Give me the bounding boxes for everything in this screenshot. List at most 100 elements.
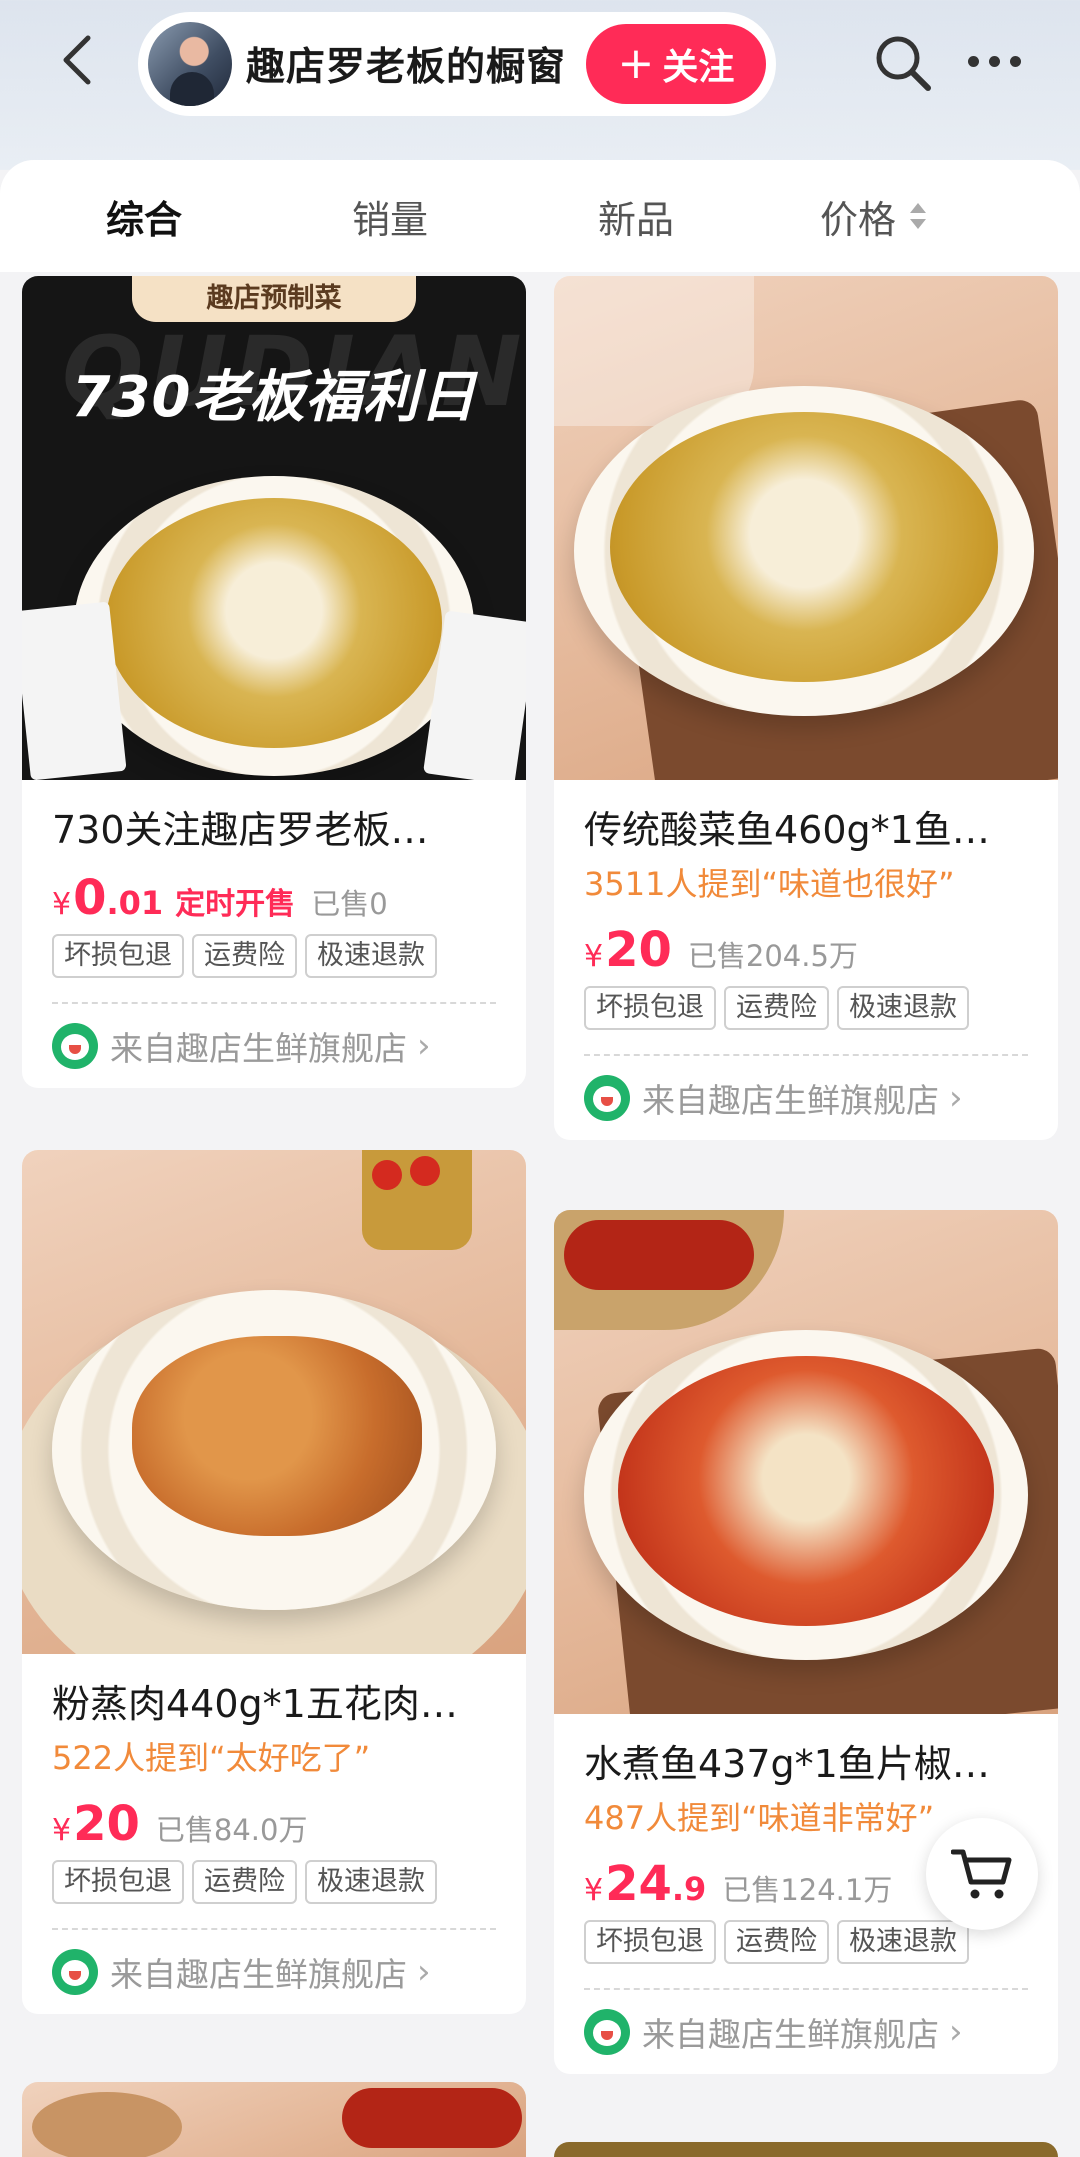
- back-button[interactable]: [50, 30, 110, 90]
- price-integer: 24: [605, 1856, 672, 1912]
- cart-icon: [951, 1849, 1012, 1899]
- more-icon-dot: [968, 55, 979, 67]
- sort-tabs: 综合 销量 新品 价格: [0, 160, 1080, 272]
- store-avatar: [148, 22, 232, 106]
- product-card-partial[interactable]: [554, 2142, 1058, 2157]
- product-image: [554, 1210, 1058, 1714]
- chevron-right-icon: ›: [949, 2012, 963, 2052]
- cart-button[interactable]: [926, 1818, 1038, 1930]
- badge: 极速退款: [305, 934, 437, 978]
- badge: 极速退款: [837, 986, 969, 1030]
- service-badges: 坏损包退 运费险 极速退款: [52, 934, 496, 978]
- service-badges: 坏损包退 运费险 极速退款: [52, 1860, 496, 1904]
- price-integer: 20: [605, 922, 672, 978]
- sort-icon: [910, 203, 927, 229]
- product-title: 粉蒸肉440g*1五花肉…: [52, 1682, 458, 1726]
- package-left: [22, 601, 127, 780]
- store-source-link[interactable]: 来自趣店生鲜旗舰店 ›: [52, 1930, 496, 2014]
- dried-chili: [342, 2088, 522, 2148]
- product-title: 730关注趣店罗老板…: [52, 808, 429, 852]
- store-source-link[interactable]: 来自趣店生鲜旗舰店 ›: [52, 1004, 496, 1088]
- tab-label: 新品: [598, 197, 675, 242]
- tab-comprehensive[interactable]: 综合: [106, 188, 182, 244]
- follow-label: 关注: [662, 47, 735, 88]
- search-icon: [876, 36, 931, 91]
- sold-count: 已售0: [311, 887, 388, 921]
- store-logo-icon: [584, 2009, 630, 2055]
- more-icon-dot: [1010, 55, 1021, 67]
- product-card[interactable]: 传统酸菜鱼460g*1鱼… 3511人提到“味道也很好” ¥ 20 已售204.…: [554, 276, 1058, 1140]
- product-info: 730关注趣店罗老板… ¥ 0 .01 定时开售 已售0 坏损包退 运费险 极速…: [22, 780, 526, 1088]
- price-integer: 0: [73, 870, 107, 926]
- source-text: 来自趣店生鲜旗舰店: [642, 1081, 939, 1120]
- tomato: [372, 1160, 402, 1190]
- tab-label: 价格: [820, 197, 897, 242]
- store-source-link[interactable]: 来自趣店生鲜旗舰店 ›: [584, 1056, 1028, 1140]
- product-image: QUDIAN 趣店预制菜 730老板福利日: [22, 276, 526, 780]
- review-highlight: 522人提到“太好吃了”: [52, 1739, 371, 1777]
- product-info: 粉蒸肉440g*1五花肉… 522人提到“太好吃了” ¥ 20 已售84.0万 …: [22, 1654, 526, 2014]
- price-decimal: .9: [671, 1870, 707, 1908]
- service-badges: 坏损包退 运费险 极速退款: [584, 1920, 1028, 1964]
- tab-new[interactable]: 新品: [598, 188, 674, 244]
- currency-symbol: ¥: [52, 1813, 72, 1848]
- promo-label: 趣店预制菜: [132, 276, 416, 322]
- mushroom: [32, 2092, 182, 2157]
- dried-chili: [564, 1220, 754, 1290]
- chevron-right-icon: ›: [949, 1078, 963, 1118]
- source-text: 来自趣店生鲜旗舰店: [110, 1029, 407, 1068]
- store-name: 趣店罗老板的橱窗: [246, 45, 567, 90]
- store-logo-icon: [52, 1023, 98, 1069]
- review-highlight: 3511人提到“味道也很好”: [584, 865, 955, 903]
- tomato: [410, 1156, 440, 1186]
- scheduled-sale-tag: 定时开售: [175, 887, 296, 922]
- badge: 运费险: [724, 1920, 829, 1964]
- price-row: ¥ 20 已售204.5万: [584, 922, 1028, 982]
- search-button[interactable]: [870, 30, 934, 94]
- badge: 极速退款: [305, 1860, 437, 1904]
- store-source-link[interactable]: 来自趣店生鲜旗舰店 ›: [584, 1990, 1028, 2074]
- badge: 坏损包退: [52, 934, 184, 978]
- badge: 运费险: [192, 1860, 297, 1904]
- product-card-partial[interactable]: [22, 2082, 526, 2157]
- tab-label: 销量: [352, 197, 429, 242]
- badge: 极速退款: [837, 1920, 969, 1964]
- store-logo-icon: [52, 1949, 98, 1995]
- more-button[interactable]: [968, 46, 1032, 76]
- source-text: 来自趣店生鲜旗舰店: [642, 2015, 939, 2054]
- product-card[interactable]: 粉蒸肉440g*1五花肉… 522人提到“太好吃了” ¥ 20 已售84.0万 …: [22, 1150, 526, 2014]
- plus-icon: +: [617, 38, 655, 89]
- badge: 坏损包退: [52, 1860, 184, 1904]
- product-info: 传统酸菜鱼460g*1鱼… 3511人提到“味道也很好” ¥ 20 已售204.…: [554, 780, 1058, 1140]
- store-logo-icon: [584, 1075, 630, 1121]
- price-row: ¥ 0 .01 定时开售 已售0: [52, 870, 496, 930]
- header: 趣店罗老板的橱窗 + 关注: [0, 0, 1080, 160]
- currency-symbol: ¥: [52, 887, 72, 922]
- tab-sales[interactable]: 销量: [352, 188, 428, 244]
- product-image: [554, 276, 1058, 780]
- price-row: ¥ 20 已售84.0万: [52, 1796, 496, 1856]
- more-icon-dot: [989, 55, 1000, 67]
- soup: [618, 1356, 994, 1626]
- product-title: 水煮鱼437g*1鱼片椒…: [584, 1742, 990, 1786]
- badge: 坏损包退: [584, 986, 716, 1030]
- currency-symbol: ¥: [584, 939, 604, 974]
- badge: 坏损包退: [584, 1920, 716, 1964]
- product-card[interactable]: 水煮鱼437g*1鱼片椒… 487人提到“味道非常好” ¥ 24 .9 已售12…: [554, 1210, 1058, 2074]
- sold-count: 已售124.1万: [722, 1873, 893, 1907]
- badge: 运费险: [724, 986, 829, 1030]
- sold-count: 已售204.5万: [687, 939, 858, 973]
- product-card[interactable]: QUDIAN 趣店预制菜 730老板福利日 730关注趣店罗老板… ¥ 0 .0…: [22, 276, 526, 1088]
- promo-headline: 730老板福利日: [71, 365, 477, 430]
- price-integer: 20: [73, 1796, 140, 1852]
- currency-symbol: ¥: [584, 1873, 604, 1908]
- store-pill[interactable]: 趣店罗老板的橱窗 + 关注: [138, 12, 776, 116]
- product-image: [22, 1150, 526, 1654]
- pork-dish: [132, 1336, 422, 1536]
- service-badges: 坏损包退 运费险 极速退款: [584, 986, 1028, 1030]
- follow-button[interactable]: + 关注: [586, 24, 766, 104]
- source-text: 来自趣店生鲜旗舰店: [110, 1955, 407, 1994]
- tab-price[interactable]: 价格: [820, 188, 927, 244]
- badge: 运费险: [192, 934, 297, 978]
- price-decimal: .01: [106, 884, 164, 922]
